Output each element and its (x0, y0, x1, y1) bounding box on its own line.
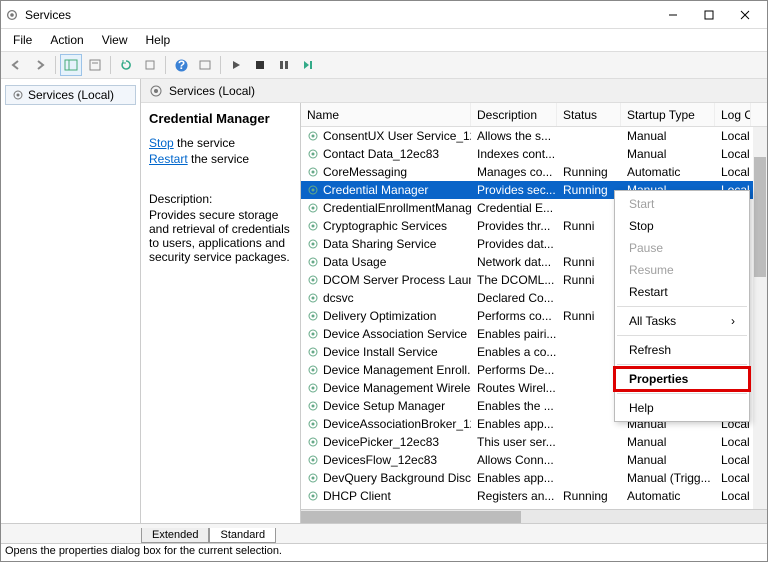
right-header-title: Services (Local) (169, 84, 255, 98)
menu-view[interactable]: View (94, 31, 136, 49)
forward-button[interactable] (29, 54, 51, 76)
svg-text:?: ? (177, 59, 184, 72)
horizontal-scrollbar[interactable] (301, 509, 767, 523)
titlebar[interactable]: Services (1, 1, 767, 29)
close-button[interactable] (727, 3, 763, 27)
ctx-restart[interactable]: Restart (615, 281, 749, 303)
service-row[interactable]: DHCP ClientRegisters an...RunningAutomat… (301, 487, 767, 505)
scroll-thumb[interactable] (754, 157, 766, 277)
service-row[interactable]: DevQuery Background Disc...Enables app..… (301, 469, 767, 487)
restart-button[interactable] (297, 54, 319, 76)
service-row[interactable]: CoreMessagingManages co...RunningAutomat… (301, 163, 767, 181)
chevron-right-icon: › (731, 314, 735, 328)
col-status[interactable]: Status (557, 103, 621, 126)
tree-services-local[interactable]: Services (Local) (5, 85, 136, 105)
col-startup[interactable]: Startup Type (621, 103, 715, 126)
play-button[interactable] (225, 54, 247, 76)
tree-pane: Services (Local) (1, 79, 141, 523)
stop-suffix: the service (174, 136, 235, 150)
col-logon[interactable]: Log On As (715, 103, 751, 126)
menu-file[interactable]: File (5, 31, 40, 49)
pause-button[interactable] (273, 54, 295, 76)
menu-help[interactable]: Help (138, 31, 179, 49)
ctx-stop[interactable]: Stop (615, 215, 749, 237)
detail-title: Credential Manager (149, 111, 292, 126)
export-button[interactable] (139, 54, 161, 76)
stop-link[interactable]: Stop (149, 136, 174, 150)
col-name[interactable]: Name (301, 103, 471, 126)
service-row[interactable]: DevicePicker_12ec83This user ser...Manua… (301, 433, 767, 451)
view-tabs: Extended Standard (1, 523, 767, 543)
properties-toolbar-button[interactable] (84, 54, 106, 76)
help-button[interactable]: ? (170, 54, 192, 76)
desc-body: Provides secure storage and retrieval of… (149, 208, 292, 264)
ctx-start: Start (615, 193, 749, 215)
restart-suffix: the service (188, 152, 249, 166)
ctx-properties[interactable]: Properties (615, 368, 749, 390)
right-header: Services (Local) (141, 79, 767, 103)
ctx-pause: Pause (615, 237, 749, 259)
back-button[interactable] (5, 54, 27, 76)
minimize-button[interactable] (655, 3, 691, 27)
refresh-button[interactable] (115, 54, 137, 76)
service-row[interactable]: DevicesFlow_12ec83Allows Conn...ManualLo… (301, 451, 767, 469)
status-bar: Opens the properties dialog box for the … (1, 543, 767, 561)
tab-extended[interactable]: Extended (141, 528, 209, 543)
window-title: Services (25, 8, 655, 22)
scroll-thumb[interactable] (301, 511, 521, 523)
col-description[interactable]: Description (471, 103, 557, 126)
ctx-resume: Resume (615, 259, 749, 281)
maximize-button[interactable] (691, 3, 727, 27)
console-button[interactable] (194, 54, 216, 76)
gear-icon (149, 84, 163, 98)
stop-button[interactable] (249, 54, 271, 76)
show-hide-tree-button[interactable] (60, 54, 82, 76)
detail-pane: Credential Manager Stop the service Rest… (141, 103, 301, 523)
gear-icon (12, 89, 24, 101)
toolbar: ? (1, 51, 767, 79)
menubar: File Action View Help (1, 29, 767, 51)
column-headers: Name Description Status Startup Type Log… (301, 103, 767, 127)
service-row[interactable]: Contact Data_12ec83Indexes cont...Manual… (301, 145, 767, 163)
restart-link[interactable]: Restart (149, 152, 188, 166)
service-row[interactable]: ConsentUX User Service_12e...Allows the … (301, 127, 767, 145)
context-menu: Start Stop Pause Resume Restart All Task… (614, 190, 750, 422)
tab-standard[interactable]: Standard (209, 528, 276, 543)
ctx-all-tasks[interactable]: All Tasks › (615, 310, 749, 332)
ctx-all-tasks-label: All Tasks (629, 314, 676, 328)
menu-action[interactable]: Action (42, 31, 91, 49)
ctx-help[interactable]: Help (615, 397, 749, 419)
tree-item-label: Services (Local) (28, 88, 114, 102)
desc-heading: Description: (149, 192, 292, 206)
gear-icon (5, 8, 19, 22)
vertical-scrollbar[interactable] (753, 127, 767, 509)
ctx-refresh[interactable]: Refresh (615, 339, 749, 361)
